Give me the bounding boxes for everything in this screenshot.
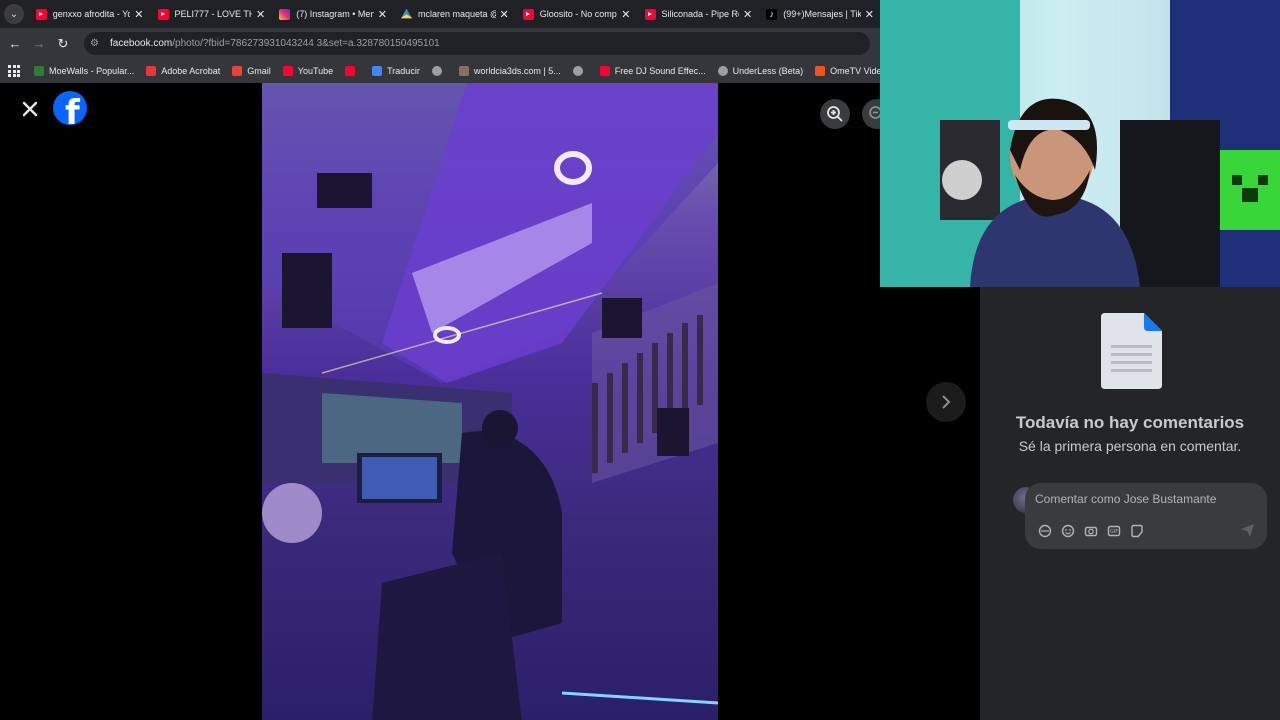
comment-input[interactable]: Comentar como Jose Bustamante GIF (1025, 483, 1267, 549)
bookmark-label: YouTube (297, 66, 334, 76)
browser-tab[interactable]: mclaren maqueta @ ✕ (393, 0, 515, 28)
reload-icon[interactable]: ↻ (51, 36, 75, 52)
youtube-icon (345, 66, 356, 76)
ometv-icon (815, 66, 826, 76)
zoom-out-button[interactable] (862, 99, 880, 129)
close-button[interactable] (14, 93, 46, 125)
browser-tab[interactable]: (7) Instagram • Mens ✕ (271, 0, 393, 28)
apps-grid-icon[interactable] (8, 65, 20, 77)
close-tab-icon[interactable]: ✕ (134, 8, 143, 21)
youtube-icon (35, 8, 47, 20)
photo-viewer: f (0, 83, 980, 720)
browser-tab[interactable]: Siliconada - Pipe Ro ✕ (637, 0, 759, 28)
webcam-overlay (880, 0, 1280, 287)
bookmark-label: MoeWalls - Popular... (49, 66, 135, 76)
tab-title: genxxo afrodita - You (52, 9, 131, 19)
zoom-in-button[interactable] (820, 99, 850, 129)
site-settings-icon[interactable]: ⚙ (90, 38, 102, 50)
bookmark[interactable]: Gmail (232, 66, 271, 76)
browser-tab[interactable]: ♪ (99+)Mensajes | TikT ✕ (758, 0, 880, 28)
youtube-icon (644, 8, 656, 20)
globe-icon (717, 66, 728, 76)
document-icon (1101, 313, 1162, 389)
url-path: /photo/?fbid=786273931043244 3&set=a.328… (172, 38, 440, 49)
google-drive-icon (401, 8, 413, 19)
forward-icon[interactable]: → (27, 36, 51, 51)
bookmark[interactable] (431, 66, 447, 76)
tab-title: (7) Instagram • Mens (296, 9, 374, 19)
send-icon[interactable] (1240, 523, 1255, 538)
globe-icon (431, 66, 442, 76)
screen: ⌄ genxxo afrodita - You ✕ PELI777 - LOVE … (0, 0, 1280, 720)
tab-title: Gloosito - No compe (539, 9, 618, 19)
back-icon[interactable]: ← (3, 36, 27, 51)
browser-toolbar: ← → ↻ ⚙ facebook.com/photo/?fbid=7862739… (0, 28, 880, 59)
browser-tabstrip: ⌄ genxxo afrodita - You ✕ PELI777 - LOVE … (0, 0, 880, 28)
close-tab-icon[interactable]: ✕ (865, 8, 874, 21)
globe-icon (572, 66, 583, 76)
url-domain: facebook.com (110, 38, 173, 49)
no-comments-title: Todavía no hay comentarios (1015, 413, 1245, 432)
bookmark[interactable]: Free DJ Sound Effec... (599, 66, 706, 76)
close-tab-icon[interactable]: ✕ (256, 8, 265, 21)
bookmark-label: Adobe Acrobat (161, 66, 221, 76)
close-tab-icon[interactable]: ✕ (743, 8, 752, 21)
tab-title: PELI777 - LOVE THE S (174, 9, 253, 19)
chevron-right-icon (942, 395, 951, 409)
close-icon (22, 101, 38, 117)
tab-title: Siliconada - Pipe Ro (661, 9, 740, 19)
bookmark[interactable] (345, 66, 360, 76)
bookmark[interactable]: MoeWalls - Popular... (34, 66, 134, 76)
translate-icon (372, 66, 383, 76)
tab-title: mclaren maqueta @ (418, 9, 496, 19)
tiktok-icon: ♪ (766, 8, 778, 20)
comment-placeholder: Comentar como Jose Bustamante (1035, 492, 1217, 506)
bookmark[interactable]: YouTube (282, 66, 334, 76)
gmail-icon (232, 66, 243, 76)
youtube-icon (522, 8, 534, 20)
close-tab-icon[interactable]: ✕ (378, 8, 387, 21)
tab-title: (99+)Mensajes | TikT (783, 9, 861, 19)
browser-tab[interactable]: Gloosito - No compe ✕ (515, 0, 637, 28)
bookmark[interactable]: Traducir (372, 66, 420, 76)
youtube-icon (282, 66, 293, 76)
zoom-in-icon (827, 106, 843, 122)
browser-tab[interactable]: genxxo afrodita - You ✕ (28, 0, 150, 28)
bookmark-label: worldcia3ds.com | 5... (473, 66, 561, 76)
gif-icon[interactable]: GIF (1106, 523, 1121, 538)
bookmark[interactable]: Adobe Acrobat (146, 66, 220, 76)
bookmark-label: UnderLess (Beta) (732, 66, 804, 76)
svg-text:GIF: GIF (1109, 529, 1117, 535)
youtube-icon (157, 8, 169, 20)
worldcia-icon (458, 66, 469, 76)
bookmark[interactable] (572, 66, 588, 76)
bookmarks-bar: MoeWalls - Popular... Adobe Acrobat Gmai… (0, 59, 954, 83)
avatar-sticker-icon[interactable] (1037, 523, 1052, 538)
youtube-icon (599, 66, 610, 76)
address-bar[interactable]: ⚙ facebook.com/photo/?fbid=7862739310432… (84, 32, 870, 55)
zoom-out-icon (862, 99, 880, 129)
sticker-icon[interactable] (1129, 523, 1144, 538)
bookmark[interactable]: UnderLess (Beta) (717, 66, 804, 76)
bookmark[interactable]: worldcia3ds.com | 5... (458, 66, 561, 76)
acrobat-icon (146, 66, 157, 76)
bookmark-label: Gmail (247, 66, 271, 76)
studio-photo (262, 83, 718, 720)
instagram-icon (279, 8, 291, 20)
bookmark-label: Traducir (387, 66, 420, 76)
emoji-icon[interactable] (1060, 523, 1075, 538)
browser-tab[interactable]: PELI777 - LOVE THE S✕ (150, 0, 272, 28)
tab-search-icon[interactable]: ⌄ (4, 4, 24, 24)
close-tab-icon[interactable]: ✕ (500, 8, 509, 21)
facebook-logo[interactable]: f (53, 91, 87, 125)
close-tab-icon[interactable]: ✕ (621, 8, 630, 21)
bookmark-label: Free DJ Sound Effec... (614, 66, 706, 76)
next-photo-button[interactable] (926, 382, 966, 422)
camera-icon[interactable] (1083, 523, 1098, 538)
no-comments-subtitle: Sé la primera persona en comentar. (1018, 438, 1242, 454)
moewalls-icon (34, 66, 44, 76)
